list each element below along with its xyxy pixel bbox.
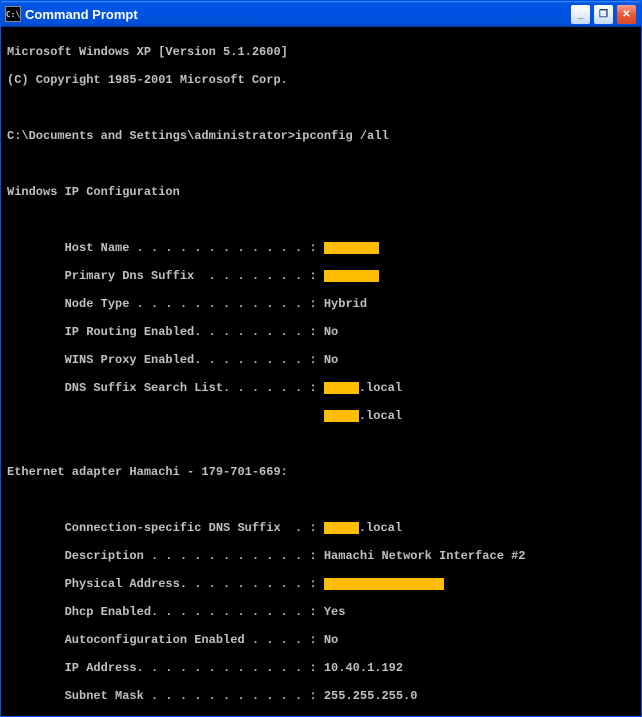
maximize-button[interactable]: ❐ (593, 4, 614, 25)
prompt: C:\Documents and Settings\administrator> (7, 129, 295, 143)
wins-proxy-label: WINS Proxy Enabled. . . . . . . . : (7, 353, 324, 367)
h1-subnet-value: 255.255.255.0 (324, 689, 418, 703)
h1-description-label: Description . . . . . . . . . . . : (7, 549, 324, 563)
dns-suffix-redacted2 (324, 410, 359, 422)
cmd-icon: C:\ (5, 6, 21, 22)
h1-dhcp-value: Yes (324, 605, 346, 619)
h1-autoconf-label: Autoconfiguration Enabled . . . . : (7, 633, 324, 647)
h1-conn-dns-redacted (324, 522, 359, 534)
primary-dns-redacted (324, 270, 379, 282)
ipconfig-header: Windows IP Configuration (7, 185, 180, 199)
window-buttons: _ ❐ ✕ (570, 4, 637, 25)
h1-subnet-label: Subnet Mask . . . . . . . . . . . : (7, 689, 324, 703)
window-title: Command Prompt (25, 7, 570, 22)
primary-dns-label: Primary Dns Suffix . . . . . . . : (7, 269, 324, 283)
titlebar[interactable]: C:\ Command Prompt _ ❐ ✕ (1, 1, 641, 27)
version-line: Microsoft Windows XP [Version 5.1.2600] (7, 45, 288, 59)
h1-autoconf-value: No (324, 633, 338, 647)
node-type-label: Node Type . . . . . . . . . . . . : (7, 297, 324, 311)
h1-ip-addr-value: 10.40.1.192 (324, 661, 403, 675)
h1-conn-dns-label: Connection-specific DNS Suffix . : (7, 521, 324, 535)
host-name-label: Host Name . . . . . . . . . . . . : (7, 241, 324, 255)
ip-routing-label: IP Routing Enabled. . . . . . . . : (7, 325, 324, 339)
minimize-button[interactable]: _ (570, 4, 591, 25)
dns-suffix-redacted (324, 382, 359, 394)
h1-description-value: Hamachi Network Interface #2 (324, 549, 526, 563)
ip-routing-value: No (324, 325, 338, 339)
terminal-output[interactable]: Microsoft Windows XP [Version 5.1.2600] … (1, 27, 641, 716)
dns-suffix-list-label: DNS Suffix Search List. . . . . . : (7, 381, 324, 395)
h1-dhcp-label: Dhcp Enabled. . . . . . . . . . . : (7, 605, 324, 619)
wins-proxy-value: No (324, 353, 338, 367)
command: ipconfig /all (295, 129, 389, 143)
h1-phys-addr-label: Physical Address. . . . . . . . . : (7, 577, 324, 591)
h1-ip-addr-label: IP Address. . . . . . . . . . . . : (7, 661, 324, 675)
dns-suffix-value2: .local (359, 409, 402, 423)
command-prompt-window: C:\ Command Prompt _ ❐ ✕ Microsoft Windo… (0, 0, 642, 717)
node-type-value: Hybrid (324, 297, 367, 311)
h1-conn-dns-value: .local (359, 521, 402, 535)
h1-phys-addr-redacted (324, 578, 444, 590)
hamachi1-header: Ethernet adapter Hamachi - 179-701-669: (7, 465, 288, 479)
dns-suffix-indent (7, 409, 324, 423)
host-name-redacted (324, 242, 379, 254)
close-button[interactable]: ✕ (616, 4, 637, 25)
dns-suffix-value: .local (359, 381, 402, 395)
copyright-line: (C) Copyright 1985-2001 Microsoft Corp. (7, 73, 288, 87)
